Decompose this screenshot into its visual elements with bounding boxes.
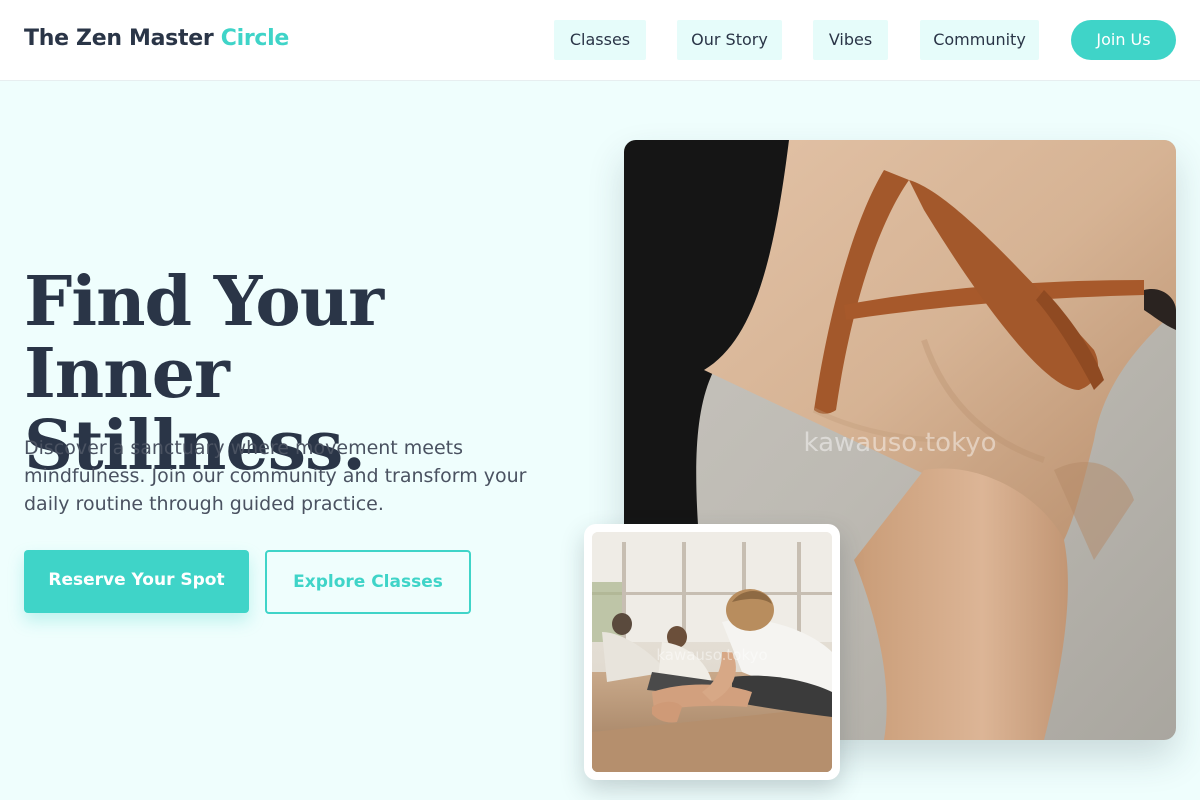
main-photo-watermark: kawauso.tokyo <box>804 428 997 458</box>
brand-logo[interactable]: The Zen Master Circle <box>24 26 289 51</box>
brand-name-accent: Circle <box>220 26 290 51</box>
join-us-button[interactable]: Join Us <box>1071 20 1176 60</box>
reserve-spot-button[interactable]: Reserve Your Spot <box>24 550 249 613</box>
nav-link-our-story[interactable]: Our Story <box>677 20 782 60</box>
top-navigation-bar: The Zen Master Circle Classes Our Story … <box>0 0 1200 81</box>
brand-name: The Zen Master <box>24 26 214 51</box>
inset-photo-card: kawauso.tokyo <box>584 524 840 780</box>
nav-link-classes[interactable]: Classes <box>554 20 646 60</box>
inset-photo-watermark: kawauso.tokyo <box>656 646 767 664</box>
inset-photo: kawauso.tokyo <box>592 532 832 772</box>
nav-link-community[interactable]: Community <box>920 20 1039 60</box>
explore-classes-button[interactable]: Explore Classes <box>265 550 471 614</box>
hero-subtitle: Discover a sanctuary where movement meet… <box>24 437 527 515</box>
group-yoga-class-image: kawauso.tokyo <box>592 532 832 772</box>
hero-title-line-1: Find Your Inner <box>24 262 384 414</box>
nav-link-vibes[interactable]: Vibes <box>813 20 888 60</box>
